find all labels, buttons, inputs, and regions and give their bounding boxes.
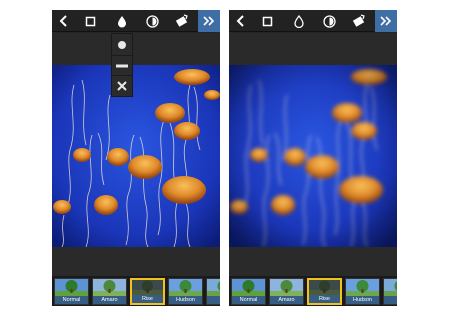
tree-thumbnail-icon	[55, 279, 88, 296]
filter-label: Amaro	[93, 296, 126, 304]
lux-icon	[145, 14, 159, 28]
filter-normal[interactable]: Normal	[231, 278, 266, 305]
back-button[interactable]	[56, 10, 72, 32]
filter-amaro[interactable]: Amaro	[269, 278, 304, 305]
bottom-spacer	[52, 247, 220, 276]
phone-screen-right: Normal Amaro Rise Hudson Sie	[229, 10, 397, 306]
tree-thumbnail-icon	[309, 280, 340, 295]
crop-icon	[85, 16, 95, 26]
rotate-button[interactable]	[172, 10, 190, 32]
lux-button[interactable]	[321, 10, 337, 32]
filter-hudson[interactable]: Hudson	[345, 278, 380, 305]
filter-label: Sie	[207, 296, 220, 304]
filter-strip: Normal Amaro Rise Hudson Sie	[229, 276, 397, 306]
tilt-radial-option[interactable]	[112, 35, 132, 55]
editor-toolbar	[229, 10, 397, 32]
next-button[interactable]	[375, 10, 397, 32]
phone-screen-left: Normal Amaro Rise Hudson Sie	[52, 10, 220, 306]
tree-thumbnail-icon	[232, 279, 265, 296]
rotate-button[interactable]	[349, 10, 367, 32]
jellyfish-photo-blurred	[229, 65, 397, 247]
tilt-shift-button[interactable]	[291, 10, 307, 32]
filter-label: Rise	[132, 295, 163, 303]
filter-label: Amaro	[270, 296, 303, 304]
back-icon	[59, 15, 67, 27]
crop-button[interactable]	[259, 10, 275, 32]
next-icon	[380, 16, 392, 26]
tree-thumbnail-icon	[270, 279, 303, 296]
bar-icon	[116, 64, 128, 67]
tilt-shift-menu	[111, 33, 133, 97]
tilt-linear-option[interactable]	[112, 55, 132, 75]
tilt-shift-button[interactable]	[114, 10, 130, 32]
filter-label: Sie	[384, 296, 397, 304]
filter-amaro[interactable]: Amaro	[92, 278, 127, 305]
next-button[interactable]	[198, 10, 220, 32]
crop-button[interactable]	[82, 10, 98, 32]
next-icon	[203, 16, 215, 26]
filter-rise[interactable]: Rise	[130, 278, 165, 305]
tree-thumbnail-icon	[384, 279, 397, 296]
filter-label: Rise	[309, 295, 340, 303]
tree-thumbnail-icon	[346, 279, 379, 296]
filter-label: Normal	[232, 296, 265, 304]
close-icon	[117, 80, 127, 91]
tilt-shift-icon	[294, 14, 304, 28]
tilt-off-option[interactable]	[112, 75, 132, 95]
circle-icon	[118, 41, 126, 49]
filter-sierra[interactable]: Sie	[206, 278, 220, 305]
filter-rise[interactable]: Rise	[307, 278, 342, 305]
filter-label: Normal	[55, 296, 88, 304]
tree-thumbnail-icon	[132, 280, 163, 295]
back-button[interactable]	[233, 10, 249, 32]
tree-thumbnail-icon	[207, 279, 220, 296]
tree-thumbnail-icon	[169, 279, 202, 296]
tilt-shift-icon	[118, 15, 126, 27]
filter-hudson[interactable]: Hudson	[168, 278, 203, 305]
editor-toolbar	[52, 10, 220, 32]
back-icon	[236, 15, 244, 27]
crop-icon	[262, 16, 272, 26]
top-spacer	[52, 33, 220, 65]
photo-canvas	[52, 65, 220, 247]
lux-icon	[322, 14, 336, 28]
tree-thumbnail-icon	[93, 279, 126, 296]
filter-label: Hudson	[169, 296, 202, 304]
filter-label: Hudson	[346, 296, 379, 304]
top-spacer	[229, 33, 397, 65]
bottom-spacer	[229, 247, 397, 276]
rotate-icon	[352, 14, 365, 27]
filter-sierra[interactable]: Sie	[383, 278, 397, 305]
lux-button[interactable]	[144, 10, 160, 32]
photo-canvas	[229, 65, 397, 247]
rotate-icon	[175, 14, 188, 27]
filter-normal[interactable]: Normal	[54, 278, 89, 305]
filter-strip: Normal Amaro Rise Hudson Sie	[52, 276, 220, 306]
jellyfish-photo	[52, 65, 220, 247]
